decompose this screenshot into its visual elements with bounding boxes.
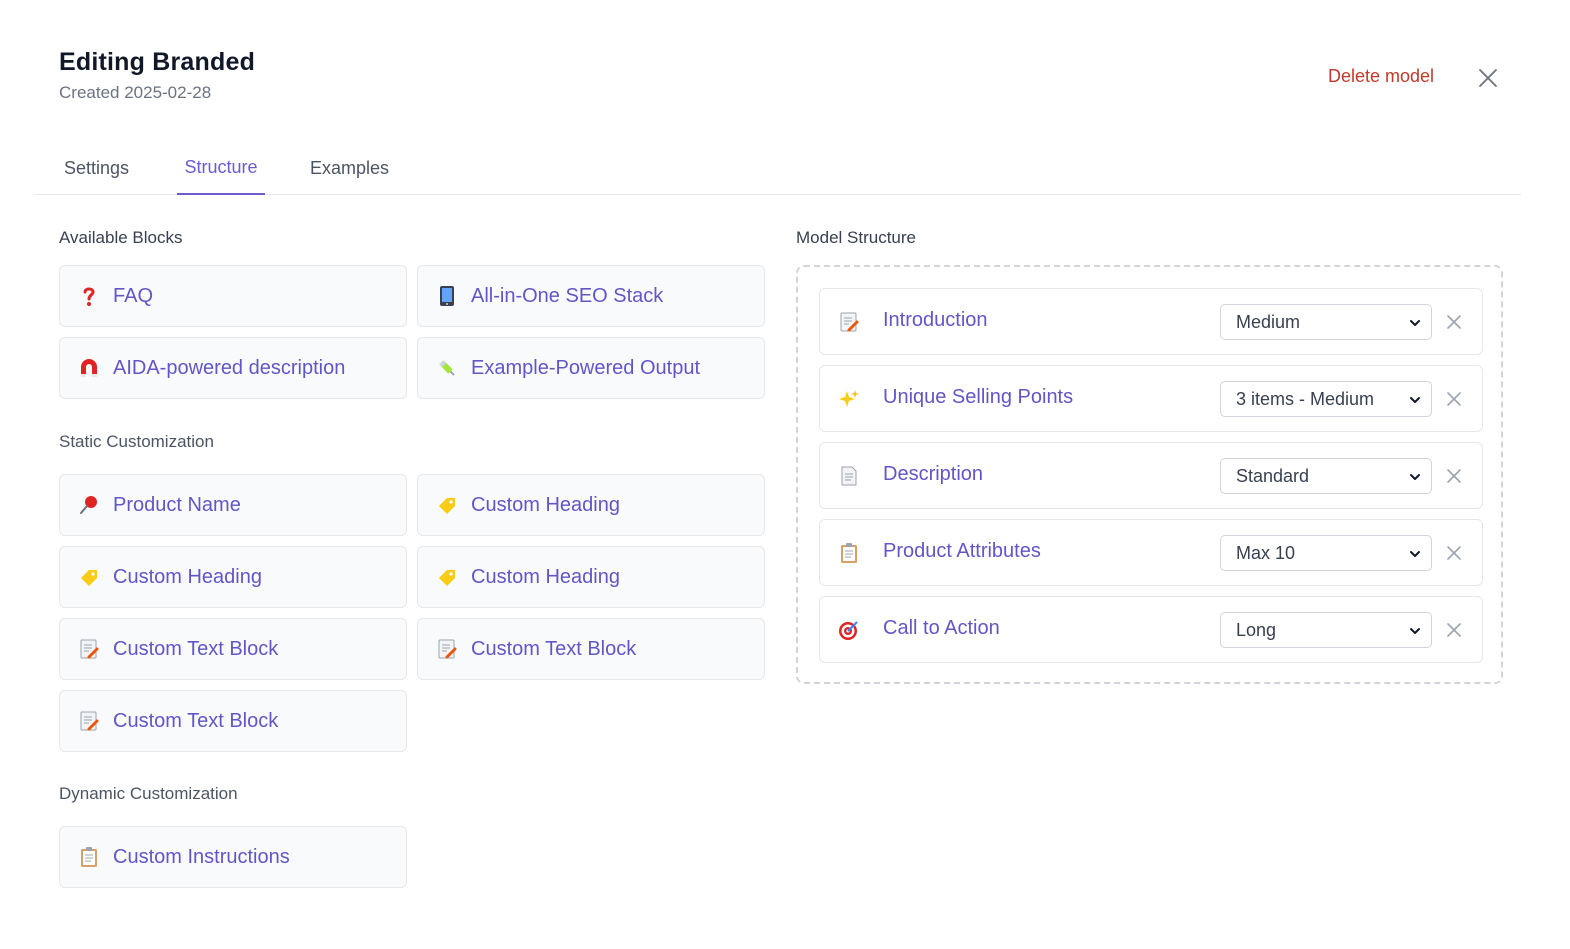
length-select[interactable]: 3 items - Medium [1220, 381, 1432, 417]
chevron-down-icon [1410, 474, 1420, 480]
tab-bar: Settings Structure Examples [34, 140, 1521, 195]
block-seo-stack[interactable]: All-in-One SEO Stack [417, 265, 765, 327]
remove-row-button[interactable] [1444, 620, 1464, 640]
modal-header: Editing Branded Created 2025-02-28 [59, 48, 255, 103]
tab-examples[interactable]: Examples [305, 140, 394, 195]
structure-row-label: Product Attributes [883, 540, 1041, 562]
select-value: 3 items - Medium [1236, 388, 1375, 409]
block-label: Custom Heading [471, 565, 620, 588]
pushpin-icon [78, 494, 100, 516]
static-customization-heading: Static Customization [59, 432, 214, 451]
structure-row-label: Call to Action [883, 617, 1000, 639]
magnet-icon [78, 357, 100, 379]
length-select[interactable]: Medium [1220, 304, 1432, 340]
close-icon [1447, 546, 1461, 560]
memo-icon [78, 638, 100, 660]
close-icon [1479, 69, 1497, 87]
block-custom-text[interactable]: Custom Text Block [59, 618, 407, 680]
block-label: Custom Heading [471, 493, 620, 516]
length-select[interactable]: Standard [1220, 458, 1432, 494]
block-label: Custom Instructions [113, 845, 290, 868]
close-icon [1447, 469, 1461, 483]
close-icon [1447, 392, 1461, 406]
structure-row-attributes[interactable]: Product Attributes Max 10 [819, 519, 1483, 586]
memo-icon [436, 638, 458, 660]
remove-row-button[interactable] [1444, 466, 1464, 486]
structure-row-usp[interactable]: Unique Selling Points 3 items - Medium [819, 365, 1483, 432]
tab-structure[interactable]: Structure [177, 140, 265, 195]
block-custom-text[interactable]: Custom Text Block [59, 690, 407, 752]
syringe-icon [436, 357, 458, 379]
block-custom-heading[interactable]: Custom Heading [417, 546, 765, 608]
delete-model-button[interactable]: Delete model [1328, 66, 1434, 87]
block-label: Custom Text Block [113, 709, 279, 732]
memo-icon [78, 710, 100, 732]
select-value: Medium [1236, 311, 1301, 332]
remove-row-button[interactable] [1444, 389, 1464, 409]
remove-row-button[interactable] [1444, 543, 1464, 563]
tag-icon [436, 494, 458, 516]
block-custom-instructions[interactable]: Custom Instructions [59, 826, 407, 888]
close-button[interactable] [1474, 64, 1502, 92]
block-label: Example-Powered Output [471, 356, 701, 379]
block-label: Product Name [113, 493, 241, 516]
block-label: Custom Text Block [471, 637, 637, 660]
structure-row-label: Description [883, 463, 984, 485]
block-custom-text[interactable]: Custom Text Block [417, 618, 765, 680]
tab-settings[interactable]: Settings [59, 140, 134, 195]
length-select[interactable]: Long [1220, 612, 1432, 648]
clipboard-icon [838, 542, 860, 564]
tag-icon [436, 566, 458, 588]
block-product-name[interactable]: Product Name [59, 474, 407, 536]
tag-icon [78, 566, 100, 588]
structure-row-label: Unique Selling Points [883, 386, 1074, 408]
select-value: Long [1236, 619, 1277, 640]
chevron-down-icon [1410, 320, 1420, 326]
sparkles-icon [838, 388, 860, 410]
remove-row-button[interactable] [1444, 312, 1464, 332]
block-label: AIDA-powered description [113, 356, 346, 379]
block-label: FAQ [113, 284, 154, 307]
select-value: Max 10 [1236, 542, 1296, 563]
block-label: Custom Heading [113, 565, 262, 588]
memo-icon [838, 311, 860, 333]
page-title: Editing Branded [59, 48, 256, 76]
block-aida[interactable]: AIDA-powered description [59, 337, 407, 399]
block-faq[interactable]: FAQ [59, 265, 407, 327]
close-icon [1447, 315, 1461, 329]
block-custom-heading[interactable]: Custom Heading [59, 546, 407, 608]
dynamic-customization-heading: Dynamic Customization [59, 784, 238, 803]
select-value: Standard [1236, 465, 1310, 486]
block-custom-heading[interactable]: Custom Heading [417, 474, 765, 536]
chevron-down-icon [1410, 551, 1420, 557]
question-icon [78, 285, 100, 307]
page-icon [838, 465, 860, 487]
block-label: Custom Text Block [113, 637, 279, 660]
structure-row-label: Introduction [883, 309, 988, 331]
clipboard-icon [78, 846, 100, 868]
model-structure-dropzone[interactable]: Introduction Medium Unique Selling Point… [796, 265, 1503, 684]
model-structure-heading: Model Structure [796, 228, 916, 247]
created-date: Created 2025-02-28 [59, 83, 212, 102]
available-blocks-heading: Available Blocks [59, 228, 183, 247]
block-example-powered[interactable]: Example-Powered Output [417, 337, 765, 399]
chevron-down-icon [1410, 628, 1420, 634]
structure-row-description[interactable]: Description Standard [819, 442, 1483, 509]
length-select[interactable]: Max 10 [1220, 535, 1432, 571]
block-label: All-in-One SEO Stack [471, 284, 664, 307]
chevron-down-icon [1410, 397, 1420, 403]
phone-icon [436, 285, 458, 307]
structure-row-cta[interactable]: Call to Action Long [819, 596, 1483, 663]
structure-row-introduction[interactable]: Introduction Medium [819, 288, 1483, 355]
target-icon [838, 619, 860, 641]
close-icon [1447, 623, 1461, 637]
